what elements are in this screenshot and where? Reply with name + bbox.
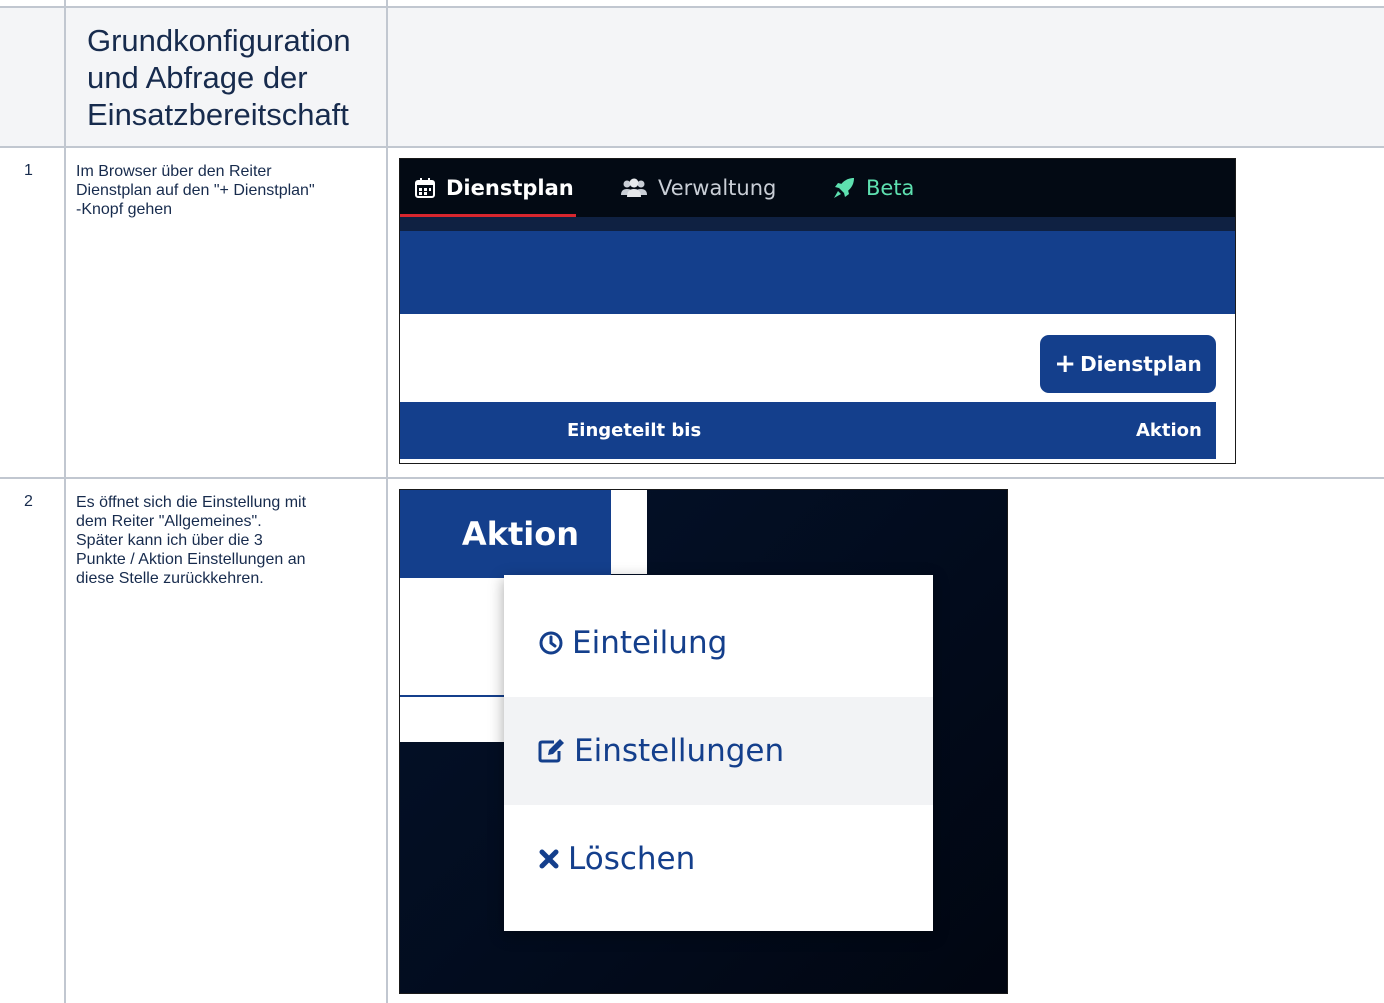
column-aktion[interactable]: Aktion: [1136, 402, 1202, 459]
rocket-icon: [834, 178, 854, 198]
clock-icon: [539, 631, 563, 655]
table-header: Eingeteilt bis Aktion: [400, 402, 1216, 459]
heading-line: Grundkonfiguration: [87, 23, 351, 58]
table-border-header: [0, 146, 1384, 148]
users-icon: [621, 178, 647, 197]
menu-item-label: Löschen: [568, 841, 696, 877]
add-dienstplan-button[interactable]: + Dienstplan: [1040, 335, 1216, 393]
sub-navigation-bar: [400, 217, 1235, 231]
menu-item-loeschen[interactable]: Löschen: [504, 805, 933, 913]
table-border-col1: [64, 0, 66, 1003]
menu-item-label: Einteilung: [572, 625, 728, 661]
row-number: 2: [24, 493, 33, 510]
screenshot-dienstplan: Dienstplan Verwaltung Beta + Dienstplan …: [399, 158, 1236, 464]
description-line: Später kann ich über die 3: [76, 532, 263, 549]
row-number: 1: [24, 162, 33, 179]
description-line: Punkte / Aktion Einstellungen an: [76, 551, 306, 568]
table-border-top: [0, 6, 1384, 8]
description-line: Dienstplan auf den "+ Dienstplan": [76, 182, 315, 199]
row-description: Im Browser über den Reiter Dienstplan au…: [76, 162, 376, 219]
header-gap: [611, 490, 647, 574]
menu-item-einstellungen[interactable]: Einstellungen: [504, 697, 933, 805]
button-label: Dienstplan: [1080, 352, 1202, 376]
tab-label: Verwaltung: [658, 176, 777, 200]
heading-line: und Abfrage der: [87, 60, 308, 95]
description-line: diese Stelle zurückkehren.: [76, 570, 264, 587]
tab-label: Beta: [866, 176, 915, 200]
heading-line: Einsatzbereitschaft: [87, 97, 349, 132]
tab-beta[interactable]: Beta: [832, 159, 914, 217]
page-banner: [400, 231, 1235, 314]
calendar-icon: [415, 178, 435, 198]
table-border-col2: [386, 0, 388, 1003]
edit-icon: [538, 739, 564, 763]
screenshot-action-menu: Aktion Einteilung Einstellungen Löschen: [399, 489, 1008, 994]
description-line: Es öffnet sich die Einstellung mit: [76, 494, 307, 511]
column-aktion-header[interactable]: Aktion: [400, 490, 611, 578]
plus-icon: +: [1054, 349, 1077, 379]
table-heading: Grundkonfiguration und Abfrage der Einsa…: [87, 22, 377, 133]
tab-verwaltung[interactable]: Verwaltung: [620, 159, 776, 217]
tab-dienstplan[interactable]: Dienstplan: [414, 159, 574, 217]
description-line: dem Reiter "Allgemeines".: [76, 513, 262, 530]
menu-item-label: Einstellungen: [574, 733, 785, 769]
table-border-row1: [0, 477, 1384, 479]
column-eingeteilt-bis[interactable]: Eingeteilt bis: [567, 402, 701, 459]
row-description: Es öffnet sich die Einstellung mit dem R…: [76, 493, 376, 588]
description-line: Im Browser über den Reiter: [76, 163, 272, 180]
action-dropdown-menu: Einteilung Einstellungen Löschen: [504, 575, 933, 931]
menu-item-einteilung[interactable]: Einteilung: [504, 589, 933, 697]
tab-label: Dienstplan: [446, 176, 574, 200]
description-line: -Knopf gehen: [76, 201, 173, 218]
row-separator: [400, 695, 510, 697]
top-navigation: Dienstplan Verwaltung Beta: [400, 159, 1235, 217]
times-icon: [539, 849, 559, 869]
